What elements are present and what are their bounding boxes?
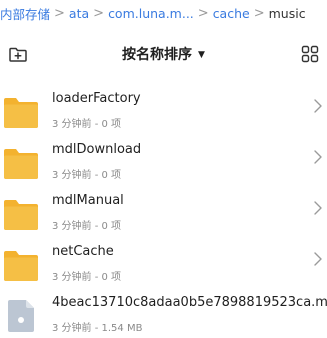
file-name: mdlManual [52,193,124,208]
breadcrumb-item-music: music [268,5,306,21]
file-icon [8,300,34,332]
breadcrumb-separator: > [93,5,105,21]
list-item[interactable]: mdlDownload 3 分钟前 - 0 项 [0,141,327,191]
chevron-down-icon: ▼ [198,50,205,60]
chevron-right-icon [314,252,322,266]
breadcrumb-item-cache[interactable]: cache [213,6,250,21]
file-name: netCache [52,244,114,259]
toolbar: 按名称排序 ▼ [0,37,327,71]
file-meta: 3 分钟前 - 0 项 [52,221,122,232]
folder-icon [4,251,38,281]
chevron-right-icon [314,99,322,113]
file-meta: 3 分钟前 - 0 项 [52,170,122,181]
file-name: 4beac13710c8adaa0b5e7898819523ca.mdl [52,295,327,310]
breadcrumb: 内部存储 > ata > com.luna.m... > cache > mus… [0,0,327,26]
chevron-right-icon [314,201,322,215]
file-name: loaderFactory [52,91,141,106]
folder-icon [4,200,38,230]
list-item[interactable]: loaderFactory 3 分钟前 - 0 项 [0,90,327,140]
folder-icon [4,98,38,128]
sort-label: 按名称排序 [122,47,193,63]
breadcrumb-item-internal-storage[interactable]: 内部存储 [0,4,50,23]
file-browser: 内部存储 > ata > com.luna.m... > cache > mus… [0,0,327,338]
breadcrumb-separator: > [197,5,209,21]
folder-icon [4,149,38,179]
list-item[interactable]: 4beac13710c8adaa0b5e7898819523ca.mdl 3 分… [0,294,327,338]
file-meta: 3 分钟前 - 1.54 MB [52,323,143,334]
breadcrumb-item-ata[interactable]: ata [69,6,89,21]
file-name: mdlDownload [52,142,142,157]
breadcrumb-item-com-luna[interactable]: com.luna.m... [108,6,194,21]
sort-dropdown[interactable]: 按名称排序 ▼ [0,44,327,64]
list-item[interactable]: mdlManual 3 分钟前 - 0 项 [0,192,327,242]
breadcrumb-separator: > [54,5,65,21]
file-meta: 3 分钟前 - 0 项 [52,119,122,130]
file-meta: 3 分钟前 - 0 项 [52,272,122,283]
list-item[interactable]: netCache 3 分钟前 - 0 项 [0,243,327,293]
breadcrumb-separator: > [253,5,265,21]
chevron-right-icon [314,150,322,164]
grid-view-icon[interactable] [300,44,320,64]
